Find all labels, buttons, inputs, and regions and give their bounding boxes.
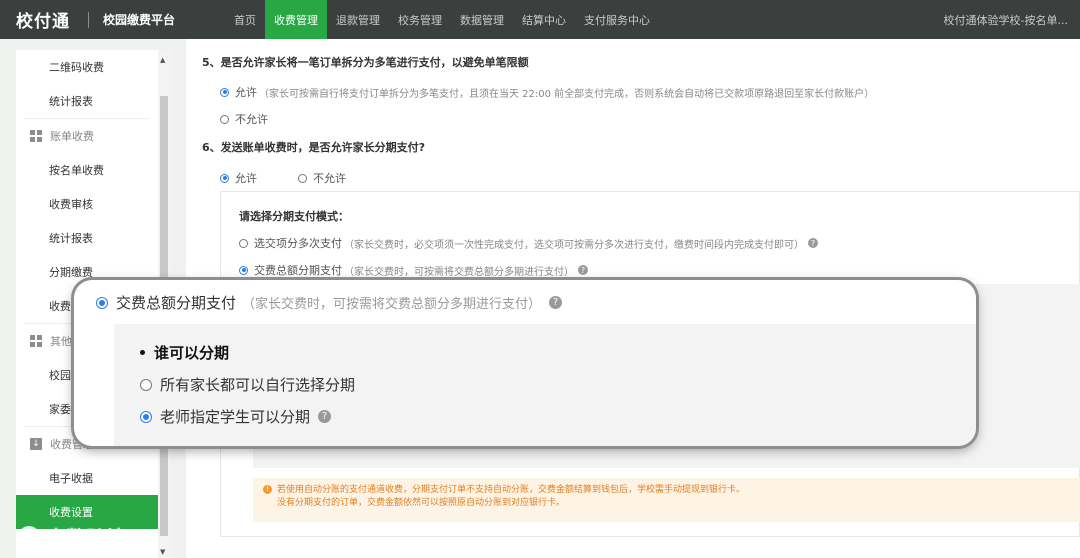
sidebar-item-qrcode-charge[interactable]: 二维码收费 bbox=[16, 50, 158, 84]
q5-deny-option[interactable]: 不允许 bbox=[220, 111, 268, 127]
who-can-installment-title: 谁可以分期 bbox=[140, 342, 229, 363]
zoom-option-hint: （家长交费时，可按需将交费总额分多期进行支付） bbox=[242, 297, 542, 312]
radio-unchecked-icon[interactable] bbox=[220, 114, 229, 124]
radio-checked-icon[interactable] bbox=[220, 87, 229, 97]
mode-option-total-installment[interactable]: 交费总额分期支付 （家长交费时，可按需将交费总额分多期进行支付） ? bbox=[239, 262, 588, 278]
radio-unchecked-icon[interactable] bbox=[140, 378, 152, 391]
zoom-callout: 交费总额分期支付 （家长交费时，可按需将交费总额分多期进行支付） ? 谁可以分期… bbox=[74, 280, 976, 446]
q5-deny-label: 不允许 bbox=[235, 113, 268, 126]
warning-line-2: 没有分期支付的订单，交费金额依然可以按照原自动分账到对应银行卡。 bbox=[277, 498, 566, 508]
nav-data-management[interactable]: 数据管理 bbox=[451, 0, 513, 39]
scroll-up-icon[interactable]: ▲ bbox=[160, 56, 165, 64]
sidebar-item-statistics-report-2[interactable]: 统计报表 bbox=[16, 221, 158, 255]
nav-settlement-center[interactable]: 结算中心 bbox=[513, 0, 575, 39]
warning-line-1: 若使用自动分账的支付通道收费，分期支付订单不支持自动分账，交费金额结算到钱包后，… bbox=[277, 485, 746, 495]
logo-divider bbox=[88, 11, 89, 28]
radio-unchecked-icon[interactable] bbox=[298, 173, 307, 183]
radio-checked-icon[interactable] bbox=[140, 410, 152, 423]
q5-allow-option[interactable]: 允许 （家长可按需自行将支付订单拆分为多笔支付，且须在当天 22:00 前全部支… bbox=[220, 84, 874, 100]
mode-option-total-label: 交费总额分期支付 bbox=[254, 264, 342, 277]
nav-home[interactable]: 首页 bbox=[225, 0, 265, 39]
main-nav: 首页 收费管理 退款管理 校务管理 数据管理 结算中心 支付服务中心 bbox=[225, 0, 659, 39]
logo[interactable]: 校付通 bbox=[0, 7, 88, 32]
installment-mode-title: 请选择分期支付模式： bbox=[239, 210, 349, 223]
sidebar-item-e-receipt[interactable]: 电子收据 bbox=[16, 461, 158, 495]
sidebar-item-statistics-report[interactable]: 统计报表 bbox=[16, 84, 158, 118]
help-icon[interactable]: ? bbox=[318, 410, 332, 423]
radio-checked-icon[interactable] bbox=[239, 265, 248, 275]
grid-icon bbox=[30, 130, 42, 142]
warning-icon: ! bbox=[263, 485, 272, 494]
nav-school-affairs[interactable]: 校务管理 bbox=[389, 0, 451, 39]
mode-option-per-item[interactable]: 选交项分多次支付 （家长交费时，必交项须一次性完成支付，选交项可按需分多次进行支… bbox=[239, 235, 818, 251]
nav-charge-management[interactable]: 收费管理 bbox=[265, 0, 327, 39]
sidebar-group-label: 账单收费 bbox=[50, 130, 94, 143]
watermark: 大数跨境 bbox=[18, 522, 126, 551]
logo-text: 校付通 bbox=[16, 12, 70, 32]
warning-notice: ! 若使用自动分账的支付通道收费，分期支付订单不支持自动分账，交费金额结算到钱包后… bbox=[253, 478, 1080, 522]
top-nav-bar: 校付通 校园缴费平台 首页 收费管理 退款管理 校务管理 数据管理 结算中心 支… bbox=[0, 0, 1080, 39]
q6-allow-label: 允许 bbox=[235, 172, 257, 185]
mode-option-total-hint: （家长交费时，可按需将交费总额分多期进行支付） bbox=[344, 266, 574, 278]
mode-option-per-item-label: 选交项分多次支付 bbox=[254, 237, 342, 250]
watermark-text: 大数跨境 bbox=[46, 526, 126, 550]
zoom-total-installment-option[interactable]: 交费总额分期支付 （家长交费时，可按需将交费总额分多期进行支付） ? bbox=[96, 292, 563, 313]
who-option-teacher-assigned-label: 老师指定学生可以分期 bbox=[160, 408, 311, 426]
radio-unchecked-icon[interactable] bbox=[239, 238, 248, 248]
grid-icon bbox=[30, 335, 42, 347]
bullet-icon bbox=[140, 350, 145, 355]
who-option-teacher-assigned[interactable]: 老师指定学生可以分期 ? bbox=[140, 406, 332, 427]
help-icon[interactable]: ? bbox=[808, 238, 818, 248]
q5-allow-hint: （家长可按需自行将支付订单拆分为多笔支付，且须在当天 22:00 前全部支付完成… bbox=[259, 88, 875, 100]
q5-allow-label: 允许 bbox=[235, 86, 257, 99]
zoom-who-panel: 谁可以分期 所有家长都可以自行选择分期 老师指定学生可以分期 ? bbox=[114, 324, 976, 446]
platform-name: 校园缴费平台 bbox=[103, 13, 176, 27]
watermark-logo-icon bbox=[18, 525, 40, 548]
help-icon[interactable]: ? bbox=[578, 265, 588, 275]
radio-checked-icon[interactable] bbox=[96, 296, 108, 309]
account-name[interactable]: 校付通体验学校-按名单... bbox=[944, 0, 1068, 39]
help-icon[interactable]: ? bbox=[549, 296, 563, 309]
question-6-title: 6、发送账单收费时，是否允许家长分期支付? bbox=[202, 141, 426, 154]
mode-option-per-item-hint: （家长交费时，必交项须一次性完成支付，选交项可按需分多次进行支付，缴费时间段内完… bbox=[344, 239, 804, 251]
who-option-all-parents[interactable]: 所有家长都可以自行选择分期 bbox=[140, 374, 355, 395]
q6-allow-option[interactable]: 允许 bbox=[220, 170, 257, 186]
sidebar-item-charge-review[interactable]: 收费审核 bbox=[16, 187, 158, 221]
nav-refund-management[interactable]: 退款管理 bbox=[327, 0, 389, 39]
sidebar-group-bill-charge[interactable]: 账单收费 bbox=[16, 119, 158, 153]
q6-deny-option[interactable]: 不允许 bbox=[298, 170, 346, 186]
scroll-down-icon[interactable]: ▼ bbox=[160, 548, 165, 556]
question-5-title: 5、是否允许家长将一笔订单拆分为多笔进行支付，以避免单笔限额 bbox=[202, 56, 529, 69]
sidebar-group-label: 其他 bbox=[50, 335, 72, 348]
zoom-option-label: 交费总额分期支付 bbox=[116, 294, 237, 312]
download-icon: ↓ bbox=[30, 438, 42, 450]
q6-deny-label: 不允许 bbox=[313, 172, 346, 185]
sidebar-item-list-charge[interactable]: 按名单收费 bbox=[16, 153, 158, 187]
who-title-text: 谁可以分期 bbox=[154, 344, 230, 362]
who-option-all-parents-label: 所有家长都可以自行选择分期 bbox=[160, 376, 356, 394]
nav-payment-service-center[interactable]: 支付服务中心 bbox=[575, 0, 659, 39]
radio-checked-icon[interactable] bbox=[220, 173, 229, 183]
